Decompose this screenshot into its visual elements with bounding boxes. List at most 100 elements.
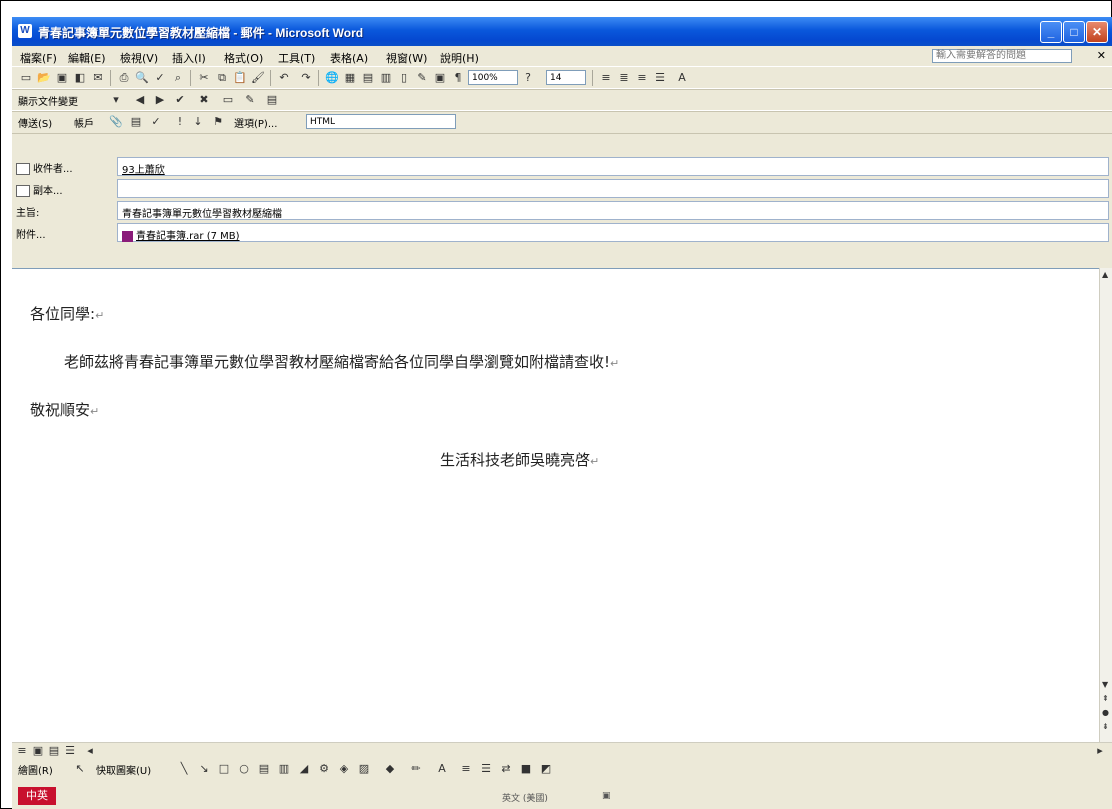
next-page-icon[interactable]: ⇟ [1102,722,1109,731]
previous-page-icon[interactable]: ⇞ [1102,694,1109,703]
permission-icon[interactable]: ◧ [72,70,88,86]
select-objects-icon[interactable]: ↖ [72,761,88,777]
3d-icon[interactable]: ◩ [538,761,554,777]
clip-art-icon[interactable]: ◈ [336,761,352,777]
print-layout-icon[interactable]: ▤ [46,743,62,759]
rectangle-icon[interactable]: □ [216,761,232,777]
menu-view[interactable]: 檢視(V) [120,50,158,66]
document-map-icon[interactable]: ▣ [432,70,448,86]
menu-file[interactable]: 檔案(F) [20,50,57,66]
zoom-select[interactable]: 100% [468,70,518,85]
redo-icon[interactable]: ↷ [298,70,314,86]
menu-format[interactable]: 格式(O) [224,50,263,66]
vertical-text-box-icon[interactable]: ▥ [276,761,292,777]
diagram-icon[interactable]: ⚙ [316,761,332,777]
scroll-down-icon[interactable]: ▼ [1102,680,1108,689]
message-format-select[interactable]: HTML [306,114,456,129]
vertical-scrollbar[interactable]: ▲ ▼ ⇞ ● ⇟ [1099,268,1112,742]
drawing-icon[interactable]: ✎ [414,70,430,86]
font-color-icon[interactable]: A [434,761,450,777]
email-icon[interactable]: ✉ [90,70,106,86]
minimize-button[interactable]: _ [1040,21,1062,43]
line-style-icon[interactable]: ≡ [458,761,474,777]
insert-table-icon[interactable]: ▤ [360,70,376,86]
print-preview-icon[interactable]: 🔍 [134,70,150,86]
close-button[interactable]: ✕ [1086,21,1108,43]
importance-high-icon[interactable]: ! [172,114,188,130]
picture-icon[interactable]: ▨ [356,761,372,777]
save-icon[interactable]: ▣ [54,70,70,86]
attach-label[interactable]: 附件... [16,226,46,241]
to-field[interactable]: 93上蕭欣 [117,157,1109,176]
to-label[interactable]: 收件者... [16,160,73,175]
draw-menu[interactable]: 繪圖(R) [18,762,53,777]
display-changes-select[interactable]: 顯示文件變更 [18,93,78,108]
word-app-icon[interactable]: W [18,24,32,38]
attachment-link[interactable]: 青春記事簿.rar (7 MB) [136,231,240,242]
attach-field[interactable]: 青春記事簿.rar (7 MB) [117,223,1109,242]
importance-low-icon[interactable]: ↓ [190,114,206,130]
outline-view-icon[interactable]: ☰ [62,743,78,759]
ime-indicator[interactable]: 中英 [18,787,56,805]
menu-tools[interactable]: 工具(T) [278,50,315,66]
tables-borders-icon[interactable]: ▦ [342,70,358,86]
wordart-icon[interactable]: ◢ [296,761,312,777]
copy-icon[interactable]: ⧉ [214,70,230,86]
align-left-icon[interactable]: ≡ [598,70,614,86]
scroll-up-icon[interactable]: ▲ [1102,270,1108,279]
cc-label[interactable]: 副本... [16,182,63,197]
reject-change-icon[interactable]: ✖ [196,92,212,108]
shadow-icon[interactable]: ■ [518,761,534,777]
fill-color-icon[interactable]: ◆ [382,761,398,777]
insert-excel-icon[interactable]: ▥ [378,70,394,86]
arrow-icon[interactable]: ↘ [196,761,212,777]
align-center-icon[interactable]: ≣ [616,70,632,86]
font-size-select[interactable]: 14 [546,70,586,85]
line-icon[interactable]: ╲ [176,761,192,777]
arrow-style-icon[interactable]: ⇄ [498,761,514,777]
hyperlink-icon[interactable]: 🌐 [324,70,340,86]
send-button[interactable]: 傳送(S) [18,115,52,130]
menu-edit[interactable]: 編輯(E) [68,50,106,66]
normal-view-icon[interactable]: ≡ [14,743,30,759]
show-hide-icon[interactable]: ¶ [450,70,466,86]
flag-icon[interactable]: ⚑ [210,114,226,130]
previous-change-icon[interactable]: ◀ [132,92,148,108]
web-layout-icon[interactable]: ▣ [30,743,46,759]
message-body[interactable]: 各位同學:↵ 老師茲將青春記事簿單元數位學習教材壓縮檔寄給各位同學自學瀏覽如附檔… [12,268,1099,743]
accounts-button[interactable]: 帳戶 [74,115,94,130]
help-icon[interactable]: ? [520,70,536,86]
subject-field[interactable]: 青春記事簿單元數位學習教材壓縮檔 [117,201,1109,220]
align-right-icon[interactable]: ≡ [634,70,650,86]
text-box-icon[interactable]: ▤ [256,761,272,777]
new-comment-icon[interactable]: ▭ [220,92,236,108]
select-browse-object-icon[interactable]: ● [1102,708,1109,717]
attach-icon[interactable]: 📎 [108,114,124,130]
check-names-icon[interactable]: ✓ [148,114,164,130]
oval-icon[interactable]: ○ [236,761,252,777]
help-search-input[interactable]: 輸入需要解答的問題 [932,49,1072,63]
reviewing-pane-icon[interactable]: ▤ [264,92,280,108]
menu-window[interactable]: 視窗(W) [386,50,427,66]
accept-change-icon[interactable]: ✔ [172,92,188,108]
menu-insert[interactable]: 插入(I) [172,50,206,66]
spelling-status-icon[interactable]: ▣ [602,791,611,801]
horizontal-scrollbar[interactable]: ≡ ▣ ▤ ☰ ◂ ▸ [12,742,1112,759]
dash-style-icon[interactable]: ☰ [478,761,494,777]
options-button[interactable]: 選項(P)... [234,115,277,130]
show-markup-icon[interactable]: ▾ [108,92,124,108]
scroll-right-icon[interactable]: ▸ [1092,743,1108,759]
track-changes-icon[interactable]: ✎ [242,92,258,108]
cut-icon[interactable]: ✂ [196,70,212,86]
cc-field[interactable] [117,179,1109,198]
print-icon[interactable]: ⎙ [116,70,132,86]
line-color-icon[interactable]: ✏ [408,761,424,777]
spelling-icon[interactable]: ✓ [152,70,168,86]
undo-icon[interactable]: ↶ [276,70,292,86]
scroll-left-icon[interactable]: ◂ [82,743,98,759]
paste-icon[interactable]: 📋 [232,70,248,86]
research-icon[interactable]: ⌕ [170,70,186,86]
new-icon[interactable]: ▭ [18,70,34,86]
font-color-icon[interactable]: A [674,70,690,86]
open-icon[interactable]: 📂 [36,70,52,86]
